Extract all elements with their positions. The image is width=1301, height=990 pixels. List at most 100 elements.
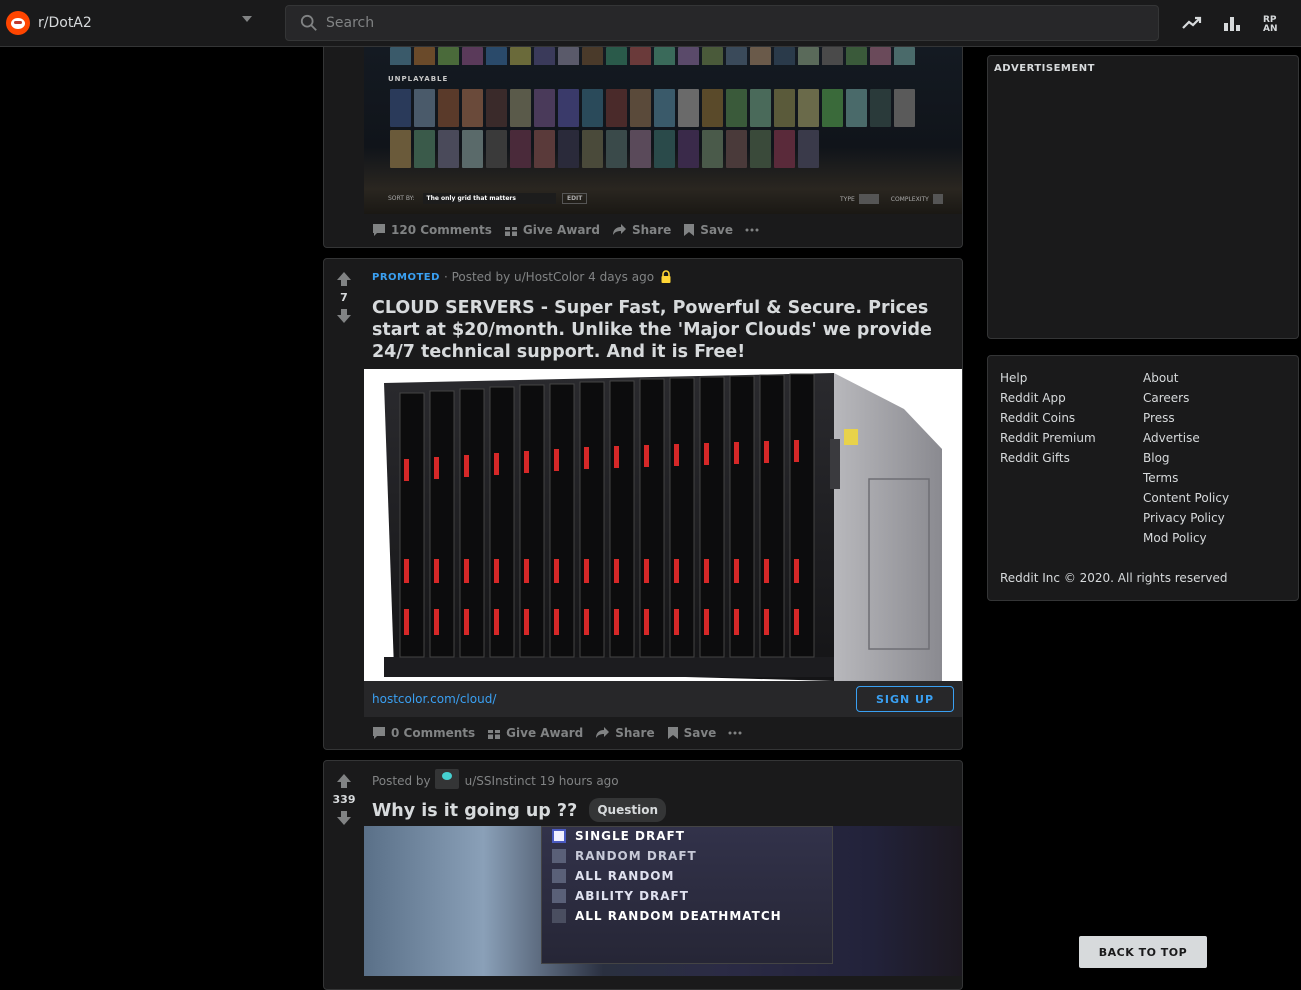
- mode-option[interactable]: SINGLE DRAFT: [552, 829, 782, 843]
- footer-link-about[interactable]: About: [1143, 368, 1229, 388]
- back-to-top-button[interactable]: BACK TO TOP: [1079, 936, 1207, 968]
- sort-bar: SORT BY: The only grid that matters EDIT: [388, 193, 588, 204]
- post-title-text[interactable]: Why is it going up ??: [372, 801, 577, 821]
- share-icon: [612, 224, 626, 235]
- complexity-label: COMPLEXITY: [890, 195, 929, 203]
- give-award-button[interactable]: Give Award: [487, 726, 583, 740]
- search-bar[interactable]: [285, 5, 1159, 41]
- promoted-badge: PROMOTED: [372, 271, 440, 283]
- post-image[interactable]: SINGLE DRAFT RANDOM DRAFT ALL RANDOM ABI…: [364, 826, 962, 976]
- post-flair[interactable]: Question: [589, 798, 666, 822]
- downvote-icon[interactable]: [336, 308, 352, 324]
- ad-label: ADVERTISEMENT: [994, 63, 1095, 74]
- post-meta: Posted by u/SSInstinct 19 hours ago: [372, 769, 619, 793]
- mode-option[interactable]: ALL RANDOM DEATHMATCH: [552, 909, 782, 923]
- footer-link-blog[interactable]: Blog: [1143, 448, 1229, 468]
- svg-text:AN: AN: [1263, 24, 1278, 33]
- post-actions: 0 Comments Give Award Share Save: [372, 726, 759, 740]
- upvote-icon[interactable]: [336, 773, 352, 789]
- footer-link-mod-policy[interactable]: Mod Policy: [1143, 528, 1229, 548]
- footer-links-box: Help Reddit App Reddit Coins Reddit Prem…: [987, 355, 1299, 601]
- give-award-button[interactable]: Give Award: [504, 223, 600, 237]
- footer-link-press[interactable]: Press: [1143, 408, 1229, 428]
- sign-up-button[interactable]: SIGN UP: [856, 686, 954, 712]
- checkbox[interactable]: [552, 889, 566, 903]
- post-title[interactable]: CLOUD SERVERS - Super Fast, Powerful & S…: [372, 297, 932, 363]
- checkbox[interactable]: [552, 829, 566, 843]
- hero-grid-top: [390, 47, 930, 65]
- downvote-icon[interactable]: [336, 810, 352, 826]
- footer-link-reddit-coins[interactable]: Reddit Coins: [1000, 408, 1096, 428]
- trending-icon[interactable]: [1181, 12, 1203, 34]
- vote-score: 7: [340, 291, 348, 304]
- share-button[interactable]: Share: [595, 726, 655, 740]
- footer-link-reddit-app[interactable]: Reddit App: [1000, 388, 1096, 408]
- footer-link-reddit-premium[interactable]: Reddit Premium: [1000, 428, 1096, 448]
- footer-link-privacy-policy[interactable]: Privacy Policy: [1143, 508, 1229, 528]
- mode-list: SINGLE DRAFT RANDOM DRAFT ALL RANDOM ABI…: [552, 829, 782, 923]
- share-button[interactable]: Share: [612, 223, 671, 237]
- footer-link-reddit-gifts[interactable]: Reddit Gifts: [1000, 448, 1096, 468]
- upvote-icon[interactable]: [336, 271, 352, 287]
- checkbox[interactable]: [552, 849, 566, 863]
- vote-panel: 339: [324, 773, 364, 826]
- ad-link[interactable]: hostcolor.com/cloud/: [372, 692, 496, 706]
- gift-icon: [488, 727, 501, 739]
- search-input[interactable]: [326, 15, 1126, 31]
- bookmark-icon: [684, 224, 695, 236]
- hero-grid-unplayable: [390, 89, 938, 168]
- sort-by-label: SORT BY:: [388, 195, 415, 202]
- checkbox[interactable]: [552, 869, 566, 883]
- rpan-icon[interactable]: RP AN: [1261, 12, 1283, 34]
- sort-dropdown[interactable]: The only grid that matters: [422, 193, 556, 204]
- lock-icon: [661, 270, 671, 283]
- mode-option[interactable]: RANDOM DRAFT: [552, 849, 782, 863]
- copyright: Reddit Inc © 2020. All rights reserved: [1000, 571, 1228, 585]
- edit-button[interactable]: EDIT: [561, 193, 588, 204]
- complexity-filter[interactable]: [932, 194, 943, 204]
- subreddit-selector[interactable]: r/DotA2: [6, 10, 258, 36]
- more-options-button[interactable]: [728, 731, 747, 735]
- footer-link-help[interactable]: Help: [1000, 368, 1096, 388]
- posted-by[interactable]: · Posted by u/HostColor 4 days ago: [444, 270, 654, 284]
- footer-link-advertise[interactable]: Advertise: [1143, 428, 1229, 448]
- post-image[interactable]: UNPLAYABLE SORT BY: The only grid that m…: [364, 47, 962, 214]
- mode-option[interactable]: ABILITY DRAFT: [552, 889, 782, 903]
- bookmark-icon: [667, 727, 678, 739]
- footer-link-terms[interactable]: Terms: [1143, 468, 1229, 488]
- subreddit-name: r/DotA2: [38, 15, 92, 31]
- post-card[interactable]: 339 Posted by u/SSInstinct 19 hours ago …: [323, 760, 963, 990]
- footer-link-content-policy[interactable]: Content Policy: [1143, 488, 1229, 508]
- promoted-post-card[interactable]: 7 PROMOTED · Posted by u/HostColor 4 day…: [323, 258, 963, 750]
- more-icon: [728, 731, 742, 735]
- checkbox[interactable]: [552, 909, 566, 923]
- advertisement-box: ADVERTISEMENT: [987, 55, 1299, 339]
- user-avatar[interactable]: [434, 769, 459, 789]
- footer-col-1: Help Reddit App Reddit Coins Reddit Prem…: [1000, 368, 1096, 468]
- game-mode-menu: SINGLE DRAFT RANDOM DRAFT ALL RANDOM ABI…: [541, 826, 833, 964]
- save-button[interactable]: Save: [683, 223, 733, 237]
- section-label: UNPLAYABLE: [388, 75, 449, 83]
- footer-col-2: About Careers Press Advertise Blog Terms…: [1143, 368, 1229, 548]
- post-actions: 120 Comments Give Award Share Save: [372, 223, 776, 237]
- comment-icon: [373, 224, 385, 236]
- comments-button[interactable]: 0 Comments: [372, 726, 475, 740]
- comments-button[interactable]: 120 Comments: [372, 223, 492, 237]
- save-button[interactable]: Save: [667, 726, 716, 740]
- post-author[interactable]: u/SSInstinct 19 hours ago: [465, 774, 619, 788]
- type-label: TYPE: [840, 195, 855, 203]
- chevron-down-icon[interactable]: [242, 16, 252, 22]
- footer-link-careers[interactable]: Careers: [1143, 388, 1229, 408]
- type-filter[interactable]: [858, 194, 879, 204]
- post-title[interactable]: Why is it going up ?? Question: [372, 798, 666, 822]
- more-options-button[interactable]: [745, 228, 764, 232]
- mode-option[interactable]: ALL RANDOM: [552, 869, 782, 883]
- post-card[interactable]: UNPLAYABLE SORT BY: The only grid that m…: [323, 47, 963, 248]
- comment-icon: [373, 727, 385, 739]
- reddit-logo-icon: [6, 11, 30, 35]
- ad-image-server-rack[interactable]: [364, 369, 962, 681]
- search-icon: [300, 14, 317, 31]
- filter-bar: TYPE COMPLEXITY: [840, 194, 943, 204]
- leaderboard-icon[interactable]: [1221, 12, 1243, 34]
- post-meta: PROMOTED · Posted by u/HostColor 4 days …: [372, 270, 672, 284]
